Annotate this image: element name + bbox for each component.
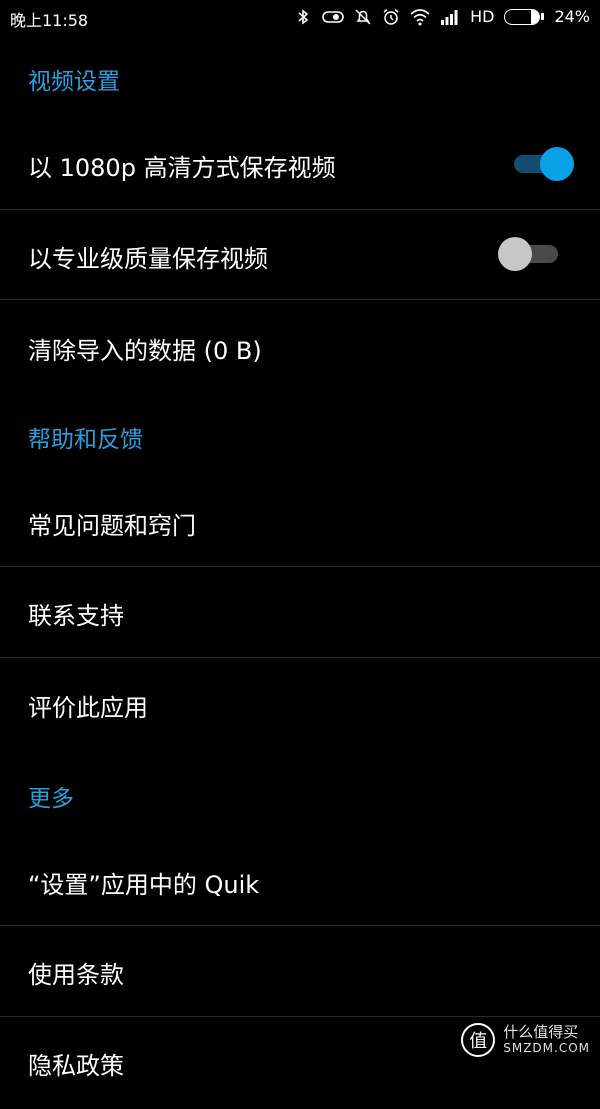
item-label: 使用条款 — [28, 961, 124, 989]
item-label: “设置”应用中的 Quik — [28, 871, 260, 899]
signal-icon — [441, 9, 458, 25]
watermark-line1: 什么值得买 — [503, 1023, 579, 1042]
item-terms-of-use[interactable]: 使用条款 — [0, 926, 600, 1017]
alarm-icon — [383, 8, 399, 25]
setting-label: 清除导入的数据 (0 B) — [28, 337, 262, 365]
item-faq-tips[interactable]: 常见问题和窍门 — [0, 476, 600, 567]
item-label: 评价此应用 — [28, 694, 148, 722]
notification-muted-icon — [355, 8, 371, 25]
network-type: HD — [470, 7, 495, 26]
status-bar: 晚上11:58 HD 24% — [0, 0, 600, 36]
section-header-help-feedback: 帮助和反馈 — [28, 427, 143, 453]
setting-save-pro-quality[interactable]: 以专业级质量保存视频 — [0, 210, 600, 300]
status-time: 晚上11:58 — [10, 11, 89, 30]
toggle-thumb — [540, 147, 574, 181]
item-label: 常见问题和窍门 — [28, 512, 196, 540]
toggle-save-pro-quality[interactable] — [498, 237, 560, 271]
item-label: 隐私政策 — [28, 1052, 124, 1080]
toggle-save-1080p[interactable] — [512, 147, 574, 181]
item-rate-app[interactable]: 评价此应用 — [0, 658, 600, 750]
setting-clear-imported-data[interactable]: 清除导入的数据 (0 B) — [0, 300, 600, 392]
watermark-line2: SMZDM.COM — [503, 1040, 590, 1055]
bluetooth-icon — [298, 8, 309, 25]
status-icons: HD 24% — [294, 7, 590, 26]
item-contact-support[interactable]: 联系支持 — [0, 567, 600, 658]
battery-percent: 24% — [554, 7, 590, 26]
item-label: 联系支持 — [28, 602, 124, 630]
data-saver-icon — [322, 10, 344, 23]
watermark-seal-icon: 值 — [461, 1023, 496, 1057]
toggle-thumb — [498, 237, 532, 271]
watermark: 值 什么值得买 SMZDM.COM — [461, 1023, 590, 1057]
battery-icon — [504, 8, 545, 25]
item-quik-in-settings[interactable]: “设置”应用中的 Quik — [0, 834, 600, 926]
setting-save-1080p[interactable]: 以 1080p 高清方式保存视频 — [0, 118, 600, 210]
setting-label: 以专业级质量保存视频 — [28, 245, 268, 273]
wifi-icon — [410, 8, 430, 25]
setting-label: 以 1080p 高清方式保存视频 — [28, 154, 336, 182]
section-header-more: 更多 — [28, 786, 74, 812]
section-header-video-settings: 视频设置 — [28, 69, 120, 95]
